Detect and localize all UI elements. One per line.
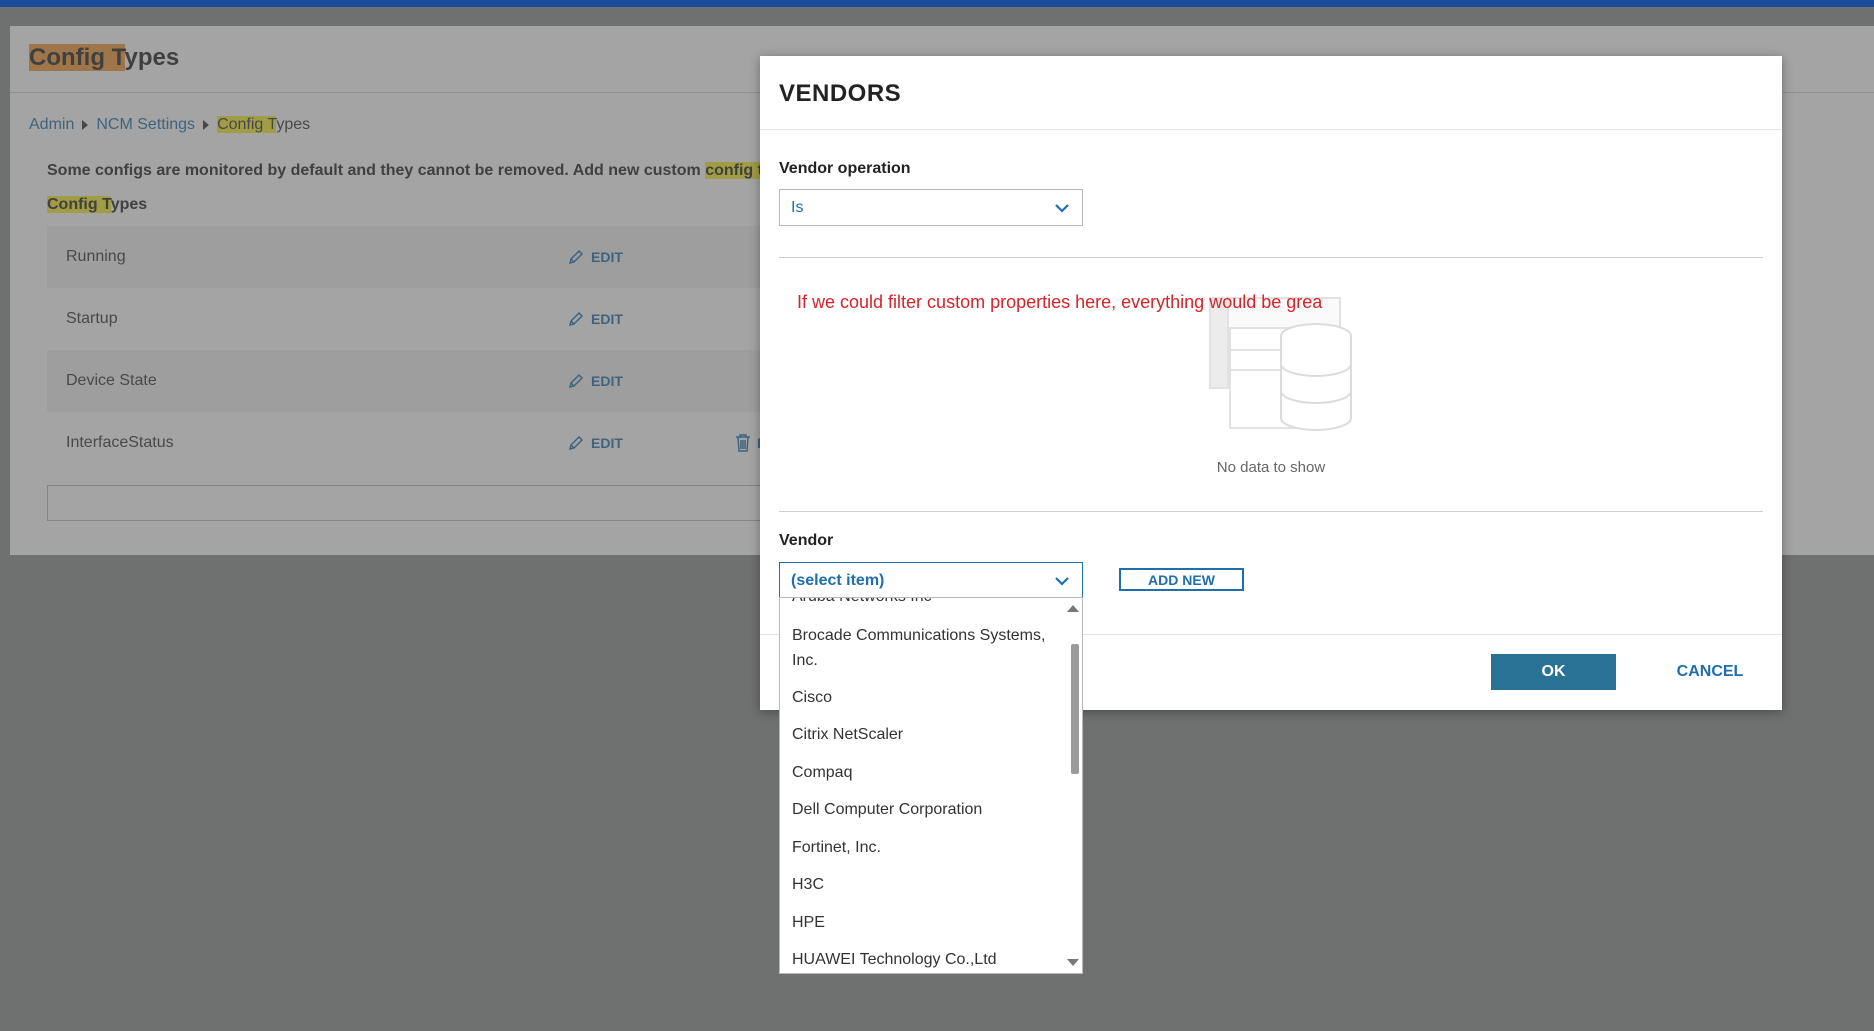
new-config-type-input[interactable] <box>47 485 847 521</box>
dialog-title: VENDORS <box>779 80 902 107</box>
top-brand-bar <box>0 0 1874 7</box>
divider <box>779 511 1763 512</box>
breadcrumb-current: Config Types <box>217 116 311 133</box>
edit-button[interactable]: EDIT <box>567 372 623 390</box>
list-item[interactable]: Aruba Networks Inc <box>792 598 1052 609</box>
edit-button[interactable]: EDIT <box>567 310 623 328</box>
breadcrumb-separator-icon <box>82 120 89 130</box>
list-item[interactable]: HPE <box>792 910 1052 935</box>
vendor-operation-value: Is <box>791 198 804 216</box>
vendor-operation-label: Vendor operation <box>779 160 911 177</box>
pencil-icon <box>568 311 584 327</box>
pencil-icon <box>568 373 584 389</box>
chevron-down-icon <box>1055 204 1069 213</box>
config-type-name: Running <box>66 248 126 265</box>
ok-button[interactable]: OK <box>1491 654 1616 690</box>
breadcrumb-admin[interactable]: Admin <box>29 116 74 134</box>
list-item[interactable]: Dell Computer Corporation <box>792 797 1052 822</box>
vendor-label: Vendor <box>779 532 834 549</box>
annotation-note: If we could filter custom properties her… <box>797 292 1323 312</box>
config-type-name: Device State <box>66 372 157 389</box>
scroll-down-arrow-icon[interactable] <box>1067 959 1079 966</box>
list-item[interactable]: Citrix NetScaler <box>792 722 1052 747</box>
page-title: Config Types <box>29 44 180 71</box>
dropdown-scrollbar[interactable] <box>1066 598 1082 973</box>
scrollbar-thumb[interactable] <box>1071 644 1079 774</box>
chevron-down-icon <box>1055 577 1069 586</box>
table-row: InterfaceStatus EDIT R <box>47 412 847 474</box>
breadcrumb: Admin NCM Settings Config Types <box>29 116 310 134</box>
edit-button[interactable]: EDIT <box>567 248 623 266</box>
vendor-select-value: (select item) <box>791 571 885 589</box>
breadcrumb-separator-icon <box>203 120 210 130</box>
section-heading: Config Types <box>47 196 148 213</box>
table-row: Device State EDIT <box>47 350 847 412</box>
edit-button[interactable]: EDIT <box>567 434 623 452</box>
scroll-up-arrow-icon[interactable] <box>1067 605 1079 612</box>
list-item[interactable]: H3C <box>792 872 1052 897</box>
list-item[interactable]: Compaq <box>792 760 1052 785</box>
breadcrumb-ncm-settings[interactable]: NCM Settings <box>96 116 195 134</box>
divider <box>760 129 1782 130</box>
list-item[interactable]: Brocade Communications Systems, Inc. <box>792 623 1052 673</box>
list-item[interactable]: Fortinet, Inc. <box>792 835 1052 860</box>
pencil-icon <box>568 435 584 451</box>
list-item[interactable]: HUAWEI Technology Co.,Ltd <box>792 947 1052 972</box>
cancel-button[interactable]: CANCEL <box>1660 654 1760 690</box>
table-row: Startup EDIT <box>47 288 847 350</box>
page-description: Some configs are monitored by default an… <box>47 162 772 179</box>
config-type-name: InterfaceStatus <box>66 434 174 451</box>
config-types-list: Running EDIT Startup EDIT Device State E… <box>47 226 847 474</box>
vendor-operation-select[interactable]: Is <box>779 189 1083 226</box>
vendor-select[interactable]: (select item) <box>779 562 1083 599</box>
divider <box>779 257 1763 258</box>
list-item[interactable]: Cisco <box>792 685 1052 710</box>
config-type-name: Startup <box>66 310 118 327</box>
no-data-text: No data to show <box>1216 459 1326 476</box>
table-row: Running EDIT <box>47 226 847 288</box>
add-new-button[interactable]: ADD NEW <box>1119 568 1244 591</box>
vendor-dropdown-list: Aruba Networks Inc Brocade Communication… <box>779 597 1083 974</box>
pencil-icon <box>568 249 584 265</box>
trash-icon <box>736 434 750 452</box>
